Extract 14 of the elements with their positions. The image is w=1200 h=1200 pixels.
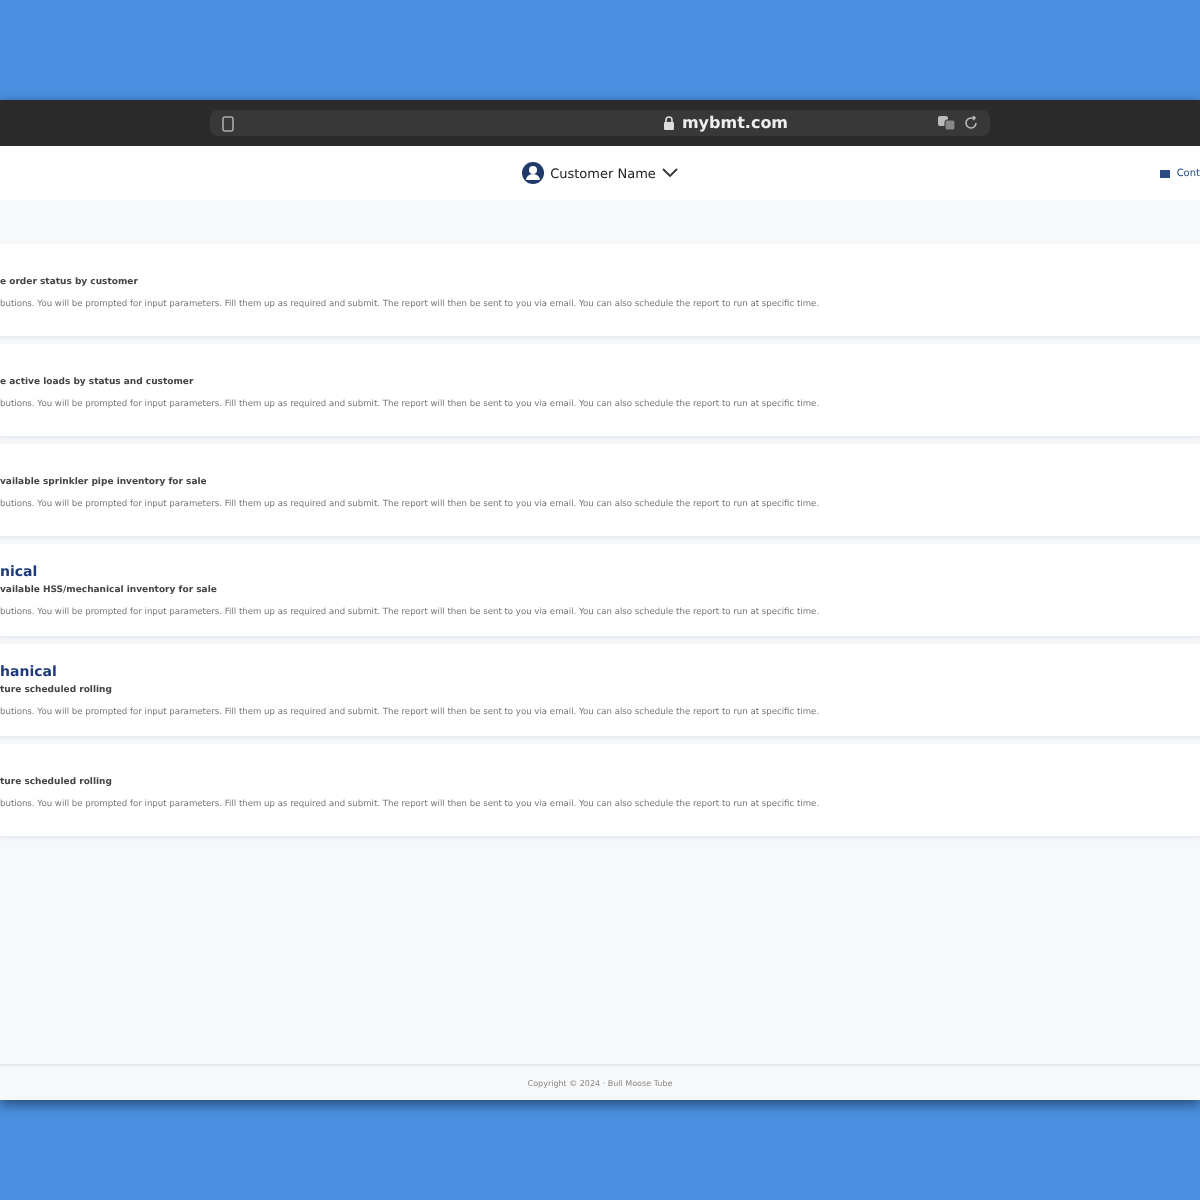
url-text: mybmt.com [681,114,789,132]
reload-icon[interactable] [964,116,978,130]
report-card[interactable] [0,644,1200,736]
page-icon[interactable] [222,115,234,131]
lock-icon [663,116,674,130]
address-bar[interactable]: mybmt.com [210,110,990,136]
avatar-icon [522,162,545,184]
translate-icon[interactable] [938,116,956,130]
report-card[interactable] [0,444,1200,536]
report-card[interactable] [0,544,1200,636]
report-card[interactable] [0,244,1200,336]
chevron-icon [661,168,678,178]
report-card[interactable] [0,344,1200,436]
report-card[interactable] [0,744,1200,836]
